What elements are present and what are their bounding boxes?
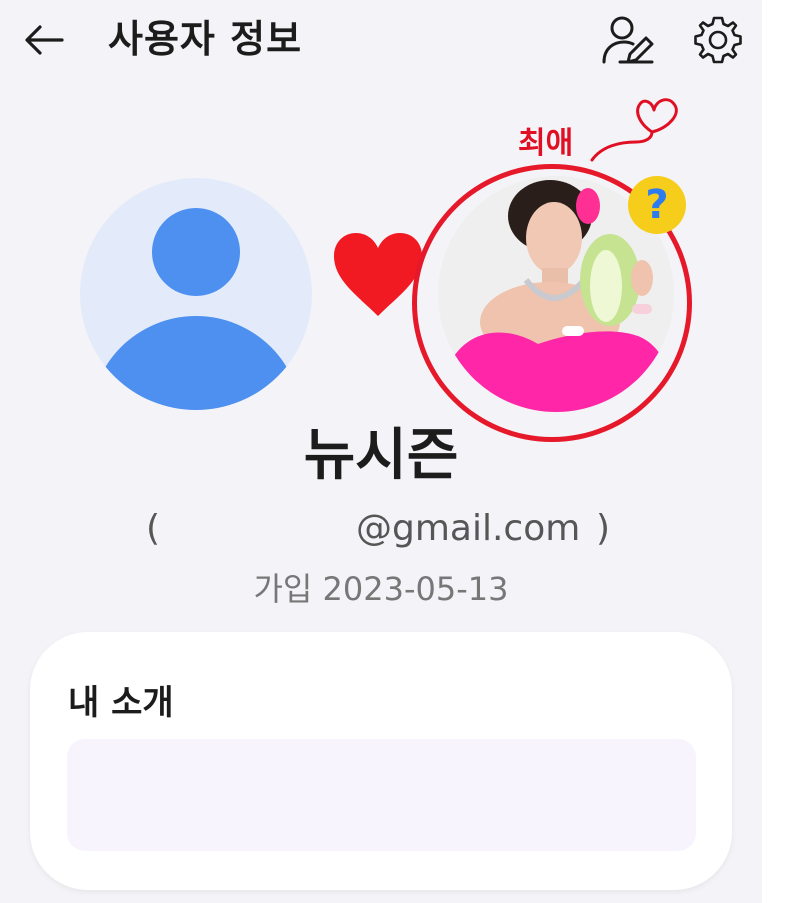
person-icon (90, 208, 302, 410)
edit-profile-icon (602, 16, 654, 64)
intro-title: 내 소개 (68, 683, 174, 723)
favorite-label: 최애 (518, 126, 574, 161)
heart-doodle-icon (590, 98, 678, 162)
screen: 사용자 정보 최애 ? 뉴시즌 (@gmail.com) 가입 2023-0… (0, 0, 762, 903)
join-date: 가입 2023-05-13 (253, 570, 509, 608)
email-open-paren: ( (146, 508, 161, 549)
email-domain: @gmail.com (356, 508, 581, 549)
user-avatar[interactable] (80, 178, 312, 410)
gear-icon (694, 16, 742, 64)
question-icon: ? (645, 182, 669, 228)
user-nickname: 뉴시즌 (303, 423, 459, 488)
edit-profile-button[interactable] (598, 10, 658, 70)
help-badge[interactable]: ? (628, 176, 686, 234)
intro-text-box[interactable] (67, 739, 696, 851)
right-margin (762, 0, 790, 903)
intro-card: 내 소개 (30, 632, 732, 890)
page-title: 사용자 정보 (108, 17, 303, 61)
email-close-paren: ) (596, 508, 611, 549)
settings-button[interactable] (688, 10, 748, 70)
back-arrow-icon (25, 25, 64, 55)
user-email: ( @gmail.com ) (0, 502, 762, 556)
back-button[interactable] (18, 16, 70, 64)
top-app-bar: 사용자 정보 (0, 0, 762, 84)
